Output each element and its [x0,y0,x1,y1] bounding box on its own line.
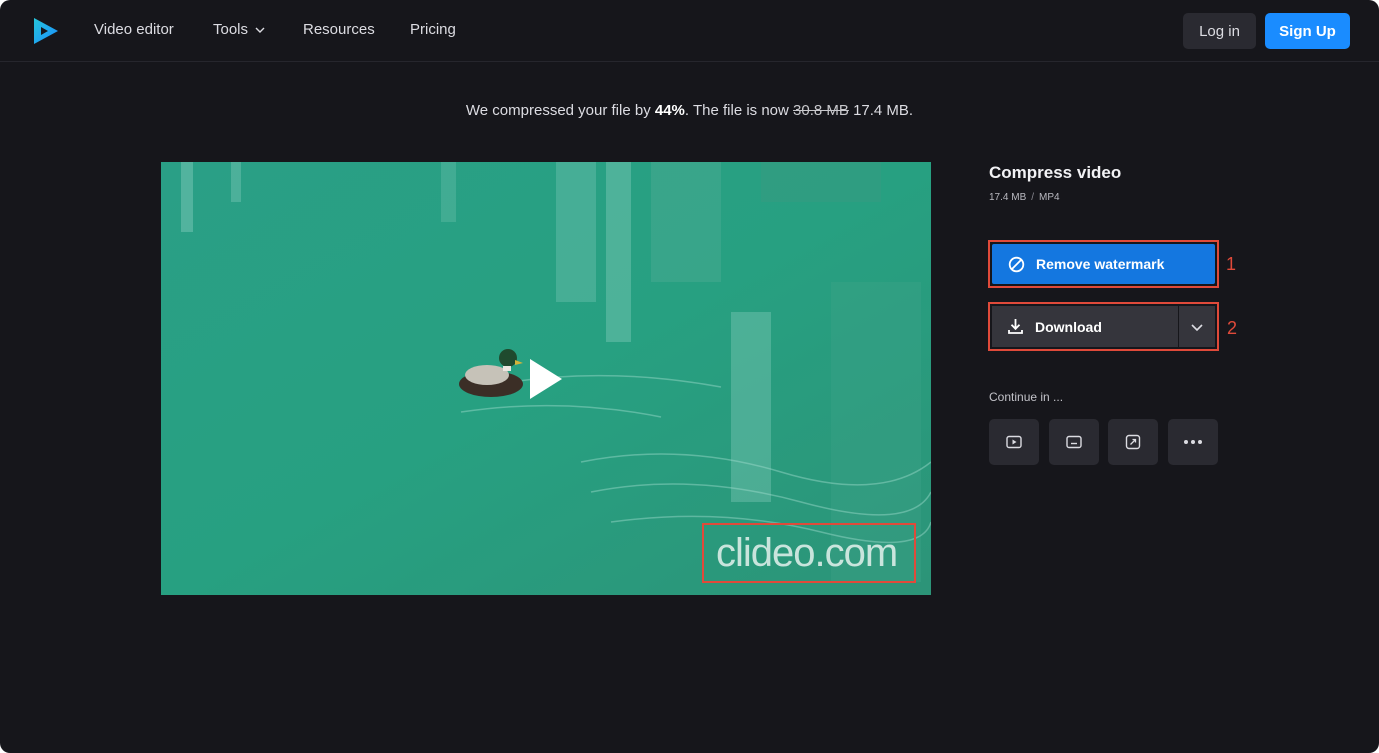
nav-tools-label: Tools [213,21,249,38]
subtitles-icon [1066,435,1082,449]
annotation-number-1: 1 [1226,254,1237,274]
watermark-highlight-box [702,523,916,583]
login-button[interactable]: Log in [1183,13,1256,49]
nav-tools[interactable]: Tools [213,20,266,40]
message-middle: . The file is now [684,102,794,119]
message-prefix: We compressed your file by [465,102,655,119]
annotation-number-2: 2 [1227,318,1238,338]
compression-message: We compressed your file by 44%. The file… [0,102,1379,119]
file-format: MP4 [1039,192,1060,203]
clideo-logo-icon[interactable] [32,16,60,46]
chevron-down-icon [255,27,265,33]
original-size: 30.8 MB [793,102,849,119]
continue-subtitles-button[interactable] [1049,419,1099,465]
nav-pricing-label: Pricing [410,21,456,38]
compression-percent: 44% [654,102,685,119]
continue-in-label: Continue in ... [989,390,1064,404]
more-tools-button[interactable] [1168,419,1218,465]
nav-pricing[interactable]: Pricing [410,20,456,40]
meta-separator: / [1031,192,1035,203]
login-label: Log in [1199,22,1240,40]
remove-watermark-button[interactable]: Remove watermark [992,244,1215,284]
download-options-button[interactable] [1179,306,1215,347]
signup-button[interactable]: Sign Up [1265,13,1350,49]
video-player-icon [1006,435,1022,449]
nav-resources-label: Resources [303,21,375,38]
top-navigation: Video editor Tools Resources Pricing Log… [0,0,1379,62]
remove-watermark-highlight: Remove watermark [988,240,1219,288]
nav-video-editor[interactable]: Video editor [94,20,174,40]
file-size: 17.4 MB [989,192,1027,203]
download-label: Download [1035,318,1102,335]
video-preview[interactable]: clideo.com [161,162,931,595]
continue-resize-button[interactable] [1108,419,1158,465]
nav-resources[interactable]: Resources [303,20,375,40]
more-dots-icon [1184,440,1202,444]
file-meta: 17.4 MB / MP4 [989,192,1060,203]
app-window: Video editor Tools Resources Pricing Log… [0,0,1379,753]
panel-title: Compress video [989,163,1122,182]
chevron-down-icon [1191,323,1203,331]
continue-video-player-button[interactable] [989,419,1039,465]
new-size: 17.4 MB. [853,102,914,119]
play-icon[interactable] [528,357,564,401]
download-icon [1008,319,1023,334]
nav-video-editor-label: Video editor [94,21,174,38]
prohibited-icon [1008,256,1025,272]
download-highlight: Download [988,302,1219,351]
signup-label: Sign Up [1279,22,1336,40]
resize-icon [1125,434,1141,450]
download-button[interactable]: Download [992,306,1178,347]
remove-watermark-label: Remove watermark [1036,256,1165,272]
